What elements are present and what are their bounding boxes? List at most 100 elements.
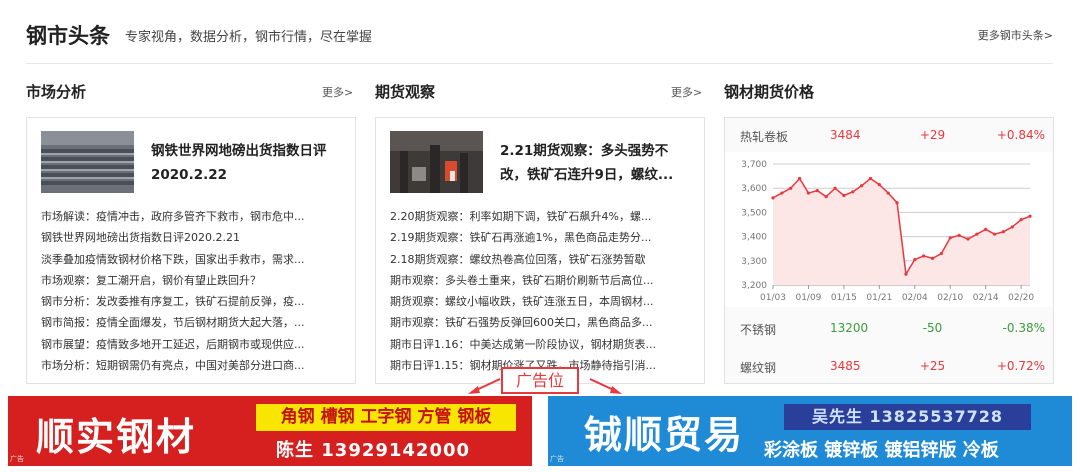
- ad-products: 角钢 槽钢 工字钢 方管 钢板: [256, 404, 516, 431]
- futures-observation-panel: 2.21期货观察：多头强势不改，铁矿石连升9日，螺纹... 2.20期货观察：利…: [375, 117, 705, 384]
- list-item[interactable]: 市场解读：疫情冲击，政府多管齐下救市，钢市危中...: [41, 206, 341, 227]
- data-point[interactable]: [815, 189, 819, 193]
- list-item[interactable]: 淡季叠加疫情致钢材价格下跌，国家出手救市，需求...: [41, 249, 341, 270]
- y-tick-label: 3,400: [741, 233, 767, 243]
- y-tick-label: 3,500: [741, 208, 767, 218]
- ad-brand: 铖顺贸易: [584, 413, 745, 457]
- list-item[interactable]: 期市观察：多头卷土重来，铁矿石期价刷新节后高位...: [390, 270, 690, 291]
- list-item[interactable]: 钢铁世界网地磅出货指数日评2020.2.21: [41, 227, 341, 248]
- price-name: 不锈钢: [740, 323, 777, 337]
- data-point[interactable]: [886, 191, 890, 195]
- market-feature-headline[interactable]: 钢铁世界网地磅出货指数日评2020.2.22: [151, 139, 341, 187]
- list-item[interactable]: 市场观察：复工潮开启，钢价有望止跌回升？: [41, 270, 341, 291]
- data-point[interactable]: [789, 186, 793, 190]
- data-point[interactable]: [868, 176, 873, 181]
- ad-banner-chengshun-trade[interactable]: 铖顺贸易 吴先生 13825537728 彩涂板 镀锌板 镀铝锌版 冷板 广告: [548, 396, 1072, 466]
- data-point[interactable]: [771, 196, 775, 200]
- data-point[interactable]: [939, 251, 943, 256]
- data-point[interactable]: [851, 190, 855, 194]
- data-point[interactable]: [975, 232, 979, 236]
- market-analysis-panel: 钢铁世界网地磅出货指数日评2020.2.22 市场解读：疫情冲击，政府多管齐下救…: [26, 117, 356, 384]
- list-item[interactable]: 钢市分析：发改委推有序复工，铁矿石提前反弹，疫...: [41, 291, 341, 312]
- data-point[interactable]: [966, 237, 970, 241]
- hot-rolled-price-chart: 3,200 3,300 3,400 3,500 3,600 3,700 01/03 01/09…: [725, 152, 1053, 307]
- data-point[interactable]: [984, 227, 988, 231]
- price-value: 13200: [830, 321, 869, 335]
- data-point[interactable]: [948, 236, 952, 240]
- x-tick-label: 01/03: [760, 293, 786, 303]
- section-subtitle: 专家视角，数据分析，钢市行情，尽在掌握: [125, 30, 373, 45]
- x-tick-label: 02/10: [937, 293, 963, 303]
- steel-plates-thumbnail[interactable]: [41, 131, 134, 193]
- data-point[interactable]: [913, 257, 917, 262]
- ad-mark: 广告: [550, 455, 564, 463]
- list-item[interactable]: 期市观察：铁矿石强势反弹回600关口，黑色商品多...: [390, 312, 690, 333]
- price-change: +25: [919, 359, 946, 373]
- data-point[interactable]: [922, 254, 926, 258]
- data-point[interactable]: [806, 191, 811, 195]
- data-point[interactable]: [833, 186, 837, 190]
- price-change: -50: [922, 321, 943, 335]
- data-point[interactable]: [1001, 230, 1006, 234]
- data-point[interactable]: [957, 233, 961, 237]
- steel-mill-thumbnail[interactable]: [390, 131, 483, 193]
- y-tick-label: 3,700: [741, 160, 767, 170]
- steel-futures-price-panel: 热轧卷板 3484 +29 +0.84% 3,200 3,300 3,400 3,50…: [724, 117, 1054, 384]
- futures-news-list: 2.20期货观察：利率如期下调，铁矿石飙升4%，螺... 2.19期货观察：铁矿…: [390, 206, 690, 376]
- futures-observation-title: 期货观察: [375, 83, 436, 101]
- x-tick-label: 01/21: [866, 293, 892, 303]
- list-item[interactable]: 2.19期货观察：铁矿石再涨逾1%，黑色商品走势分...: [390, 227, 690, 248]
- list-item[interactable]: 期市日评1.16：中美达成第一阶段协议，钢材期货表...: [390, 334, 690, 355]
- data-point[interactable]: [992, 232, 997, 236]
- list-item[interactable]: 2.18期货观察：螺纹热卷高位回落，铁矿石涨势暂歇: [390, 249, 690, 270]
- data-point[interactable]: [877, 182, 881, 187]
- list-item[interactable]: 期货观察：螺纹小幅收跌，铁矿连涨五日，本周钢材...: [390, 291, 690, 312]
- list-item[interactable]: 钢市展望：疫情致多地开工延迟，后期钢市或现供应...: [41, 334, 341, 355]
- data-point[interactable]: [1019, 218, 1023, 222]
- data-point[interactable]: [1010, 225, 1014, 229]
- more-headlines-link[interactable]: 更多钢市头条>: [978, 27, 1053, 43]
- market-analysis-title: 市场分析: [26, 83, 87, 101]
- list-item[interactable]: 钢市简报：疫情全面爆发，节后钢材期货大起大落，...: [41, 312, 341, 333]
- ad-banner-shunshi-steel[interactable]: 顺实钢材 角钢 槽钢 工字钢 方管 钢板 陈生 13929142000 广告: [8, 396, 532, 466]
- data-point[interactable]: [904, 272, 908, 276]
- data-point[interactable]: [1028, 214, 1032, 218]
- price-value: 3484: [830, 128, 861, 142]
- price-name: 螺纹钢: [740, 361, 777, 375]
- list-item[interactable]: 2.20期货观察：利率如期下调，铁矿石飙升4%，螺...: [390, 206, 690, 227]
- price-row-rebar[interactable]: 螺纹钢 3485 +25 +0.72%: [725, 349, 1053, 383]
- section-title: 钢市头条: [26, 24, 110, 48]
- price-row-hot-rolled[interactable]: 热轧卷板 3484 +29 +0.84%: [725, 118, 1053, 152]
- ad-phone: 吴先生 13825537728: [784, 404, 1031, 430]
- list-item[interactable]: 市场分析：短期钢需仍有亮点，中国对美部分进口商...: [41, 355, 341, 376]
- y-tick-label: 3,200: [741, 281, 767, 291]
- ad-products: 彩涂板 镀锌板 镀铝锌版 冷板: [764, 440, 999, 461]
- y-tick-label: 3,600: [741, 184, 767, 194]
- data-point[interactable]: [824, 195, 828, 199]
- price-change-percent: -0.38%: [1002, 321, 1045, 335]
- market-news-list: 市场解读：疫情冲击，政府多管齐下救市，钢市危中... 钢铁世界网地磅出货指数日评…: [41, 206, 341, 376]
- x-tick-label: 02/04: [902, 293, 928, 303]
- x-tick-label: 01/15: [831, 293, 857, 303]
- x-tick-label: 02/20: [1008, 293, 1034, 303]
- market-analysis-more-link[interactable]: 更多>: [322, 84, 353, 100]
- price-change-percent: +0.72%: [996, 359, 1045, 373]
- data-point[interactable]: [930, 256, 935, 260]
- price-chart-svg: 3,200 3,300 3,400 3,500 3,600 3,700 01/03 01/09…: [741, 160, 1034, 303]
- data-point[interactable]: [797, 176, 802, 181]
- data-point[interactable]: [860, 184, 864, 188]
- data-point[interactable]: [895, 201, 899, 205]
- price-value: 3485: [830, 359, 861, 373]
- futures-feature-headline[interactable]: 2.21期货观察：多头强势不改，铁矿石连升9日，螺纹...: [500, 139, 690, 187]
- price-change: +29: [919, 128, 946, 142]
- price-row-stainless[interactable]: 不锈钢 13200 -50 -0.38%: [725, 311, 1053, 345]
- ad-position-label: 广告位: [501, 367, 579, 394]
- data-point[interactable]: [780, 191, 784, 195]
- y-tick-label: 3,300: [741, 257, 767, 267]
- steel-futures-price-title: 钢材期货价格: [724, 83, 815, 101]
- futures-observation-more-link[interactable]: 更多>: [671, 84, 702, 100]
- price-name: 热轧卷板: [740, 130, 789, 144]
- data-point[interactable]: [842, 193, 846, 198]
- x-tick-label: 01/09: [795, 293, 821, 303]
- ad-mark: 广告: [10, 455, 24, 463]
